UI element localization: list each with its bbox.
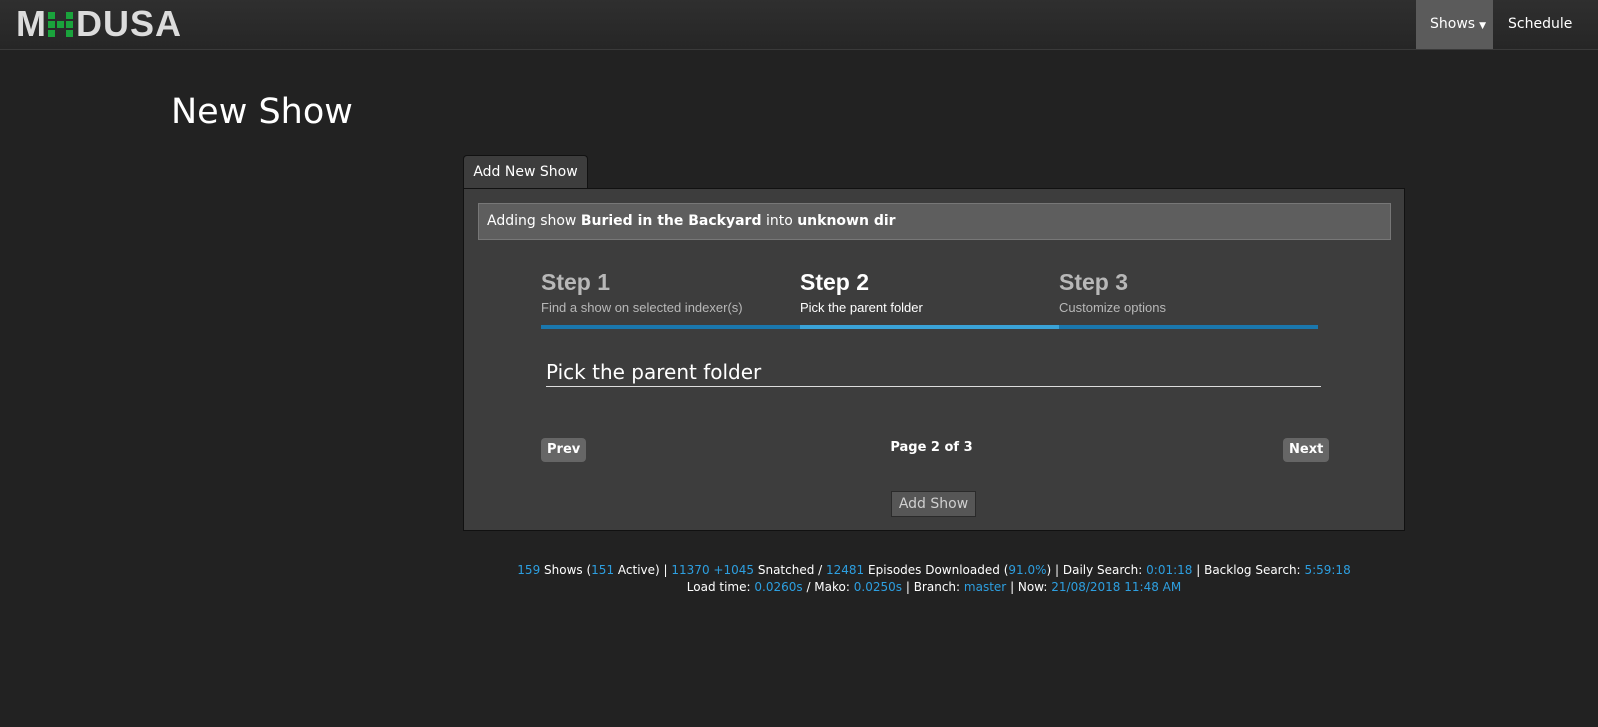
page-title: New Show <box>171 92 353 132</box>
caret-down-icon: ▼ <box>1479 21 1486 31</box>
step-desc: Find a show on selected indexer(s) <box>541 300 743 315</box>
step-3[interactable]: Step 3 Customize options <box>1059 269 1318 329</box>
snatched-count[interactable]: 11370 <box>671 563 709 577</box>
add-show-button[interactable]: Add Show <box>891 491 976 517</box>
step-progress-bar <box>1059 325 1318 329</box>
adding-show-name: Buried in the Backyard <box>580 213 762 229</box>
adding-show-banner: Adding show Buried in the Backyard into … <box>478 203 1391 240</box>
episodes-label: Episodes Downloaded ( <box>868 563 1009 577</box>
prev-button[interactable]: Prev <box>541 438 587 462</box>
adding-prefix: Adding show <box>487 213 577 229</box>
logo-letters-dusa: DUSA <box>76 3 183 44</box>
nav-shows-label: Shows <box>1430 16 1476 32</box>
step-title: Step 3 <box>1059 269 1129 295</box>
backlog-search-time: 5:59:18 <box>1304 563 1351 577</box>
step-1[interactable]: Step 1 Find a show on selected indexer(s… <box>541 269 800 329</box>
logo-letter-m: M <box>16 3 47 44</box>
snatched-delta[interactable]: +1045 <box>713 563 754 577</box>
step-title: Step 2 <box>800 269 870 295</box>
now-value: 21/08/2018 11:48 AM <box>1051 580 1182 594</box>
section-title: Pick the parent folder <box>546 359 1321 387</box>
nav-schedule-label: Schedule <box>1508 16 1573 32</box>
nav-schedule[interactable]: Schedule <box>1493 0 1586 49</box>
adding-middle: into <box>765 213 793 229</box>
page-indicator: Page 2 of 3 <box>890 440 973 455</box>
episodes-percent: 91.0% <box>1008 563 1047 577</box>
step-desc: Pick the parent folder <box>800 300 923 315</box>
branch-label: | Branch: <box>905 580 961 594</box>
backlog-search-label: | Backlog Search: <box>1196 563 1301 577</box>
active-label: Active) | <box>617 563 668 577</box>
shows-count[interactable]: 159 <box>517 563 540 577</box>
daily-search-label: ) | Daily Search: <box>1046 563 1143 577</box>
active-count[interactable]: 151 <box>591 563 614 577</box>
load-time-label: Load time: <box>686 580 751 594</box>
daily-search-time: 0:01:18 <box>1146 563 1193 577</box>
load-time-value: 0.0260s <box>754 580 803 594</box>
tab-add-new-show[interactable]: Add New Show <box>463 155 588 189</box>
now-label: | Now: <box>1010 580 1048 594</box>
medusa-logo[interactable]: M DUSA <box>16 3 182 44</box>
step-title: Step 1 <box>541 269 611 295</box>
step-progress-bar <box>800 325 1059 329</box>
footer-stats: 159 Shows (151 Active) | 11370 +1045 Sna… <box>463 562 1405 596</box>
nav-shows-dropdown[interactable]: Shows ▼ <box>1416 0 1493 49</box>
step-progress-bar <box>541 325 800 329</box>
snatched-label: Snatched / <box>757 563 823 577</box>
step-2[interactable]: Step 2 Pick the parent folder <box>800 269 1059 329</box>
episodes-count[interactable]: 12481 <box>826 563 864 577</box>
next-button[interactable]: Next <box>1283 438 1330 462</box>
shows-label: Shows ( <box>544 563 592 577</box>
mako-label: / Mako: <box>806 580 850 594</box>
footer-line-1: 159 Shows (151 Active) | 11370 +1045 Sna… <box>463 562 1405 579</box>
footer-line-2: Load time: 0.0260s / Mako: 0.0250s | Bra… <box>463 579 1405 596</box>
navbar: M DUSA Shows ▼ Schedule <box>0 0 1598 50</box>
adding-dir: unknown dir <box>797 213 896 229</box>
step-desc: Customize options <box>1059 300 1166 315</box>
logo-grid-icon <box>48 11 73 37</box>
add-show-panel: Adding show Buried in the Backyard into … <box>463 188 1405 531</box>
mako-value: 0.0250s <box>853 580 903 594</box>
branch-value[interactable]: master <box>964 580 1006 594</box>
